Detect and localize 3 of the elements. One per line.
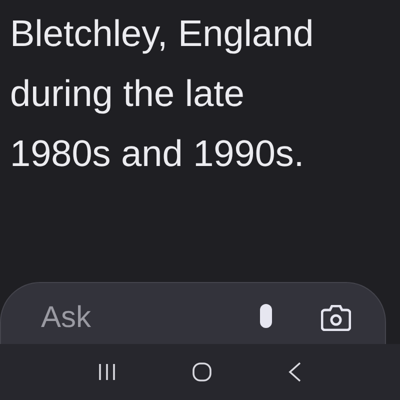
answer-text: Bletchley, England during the late 1980s and 1990s. bbox=[10, 12, 315, 176]
text-input[interactable]: Ask bbox=[39, 300, 215, 336]
prompt-field[interactable]: Ask bbox=[0, 282, 386, 344]
